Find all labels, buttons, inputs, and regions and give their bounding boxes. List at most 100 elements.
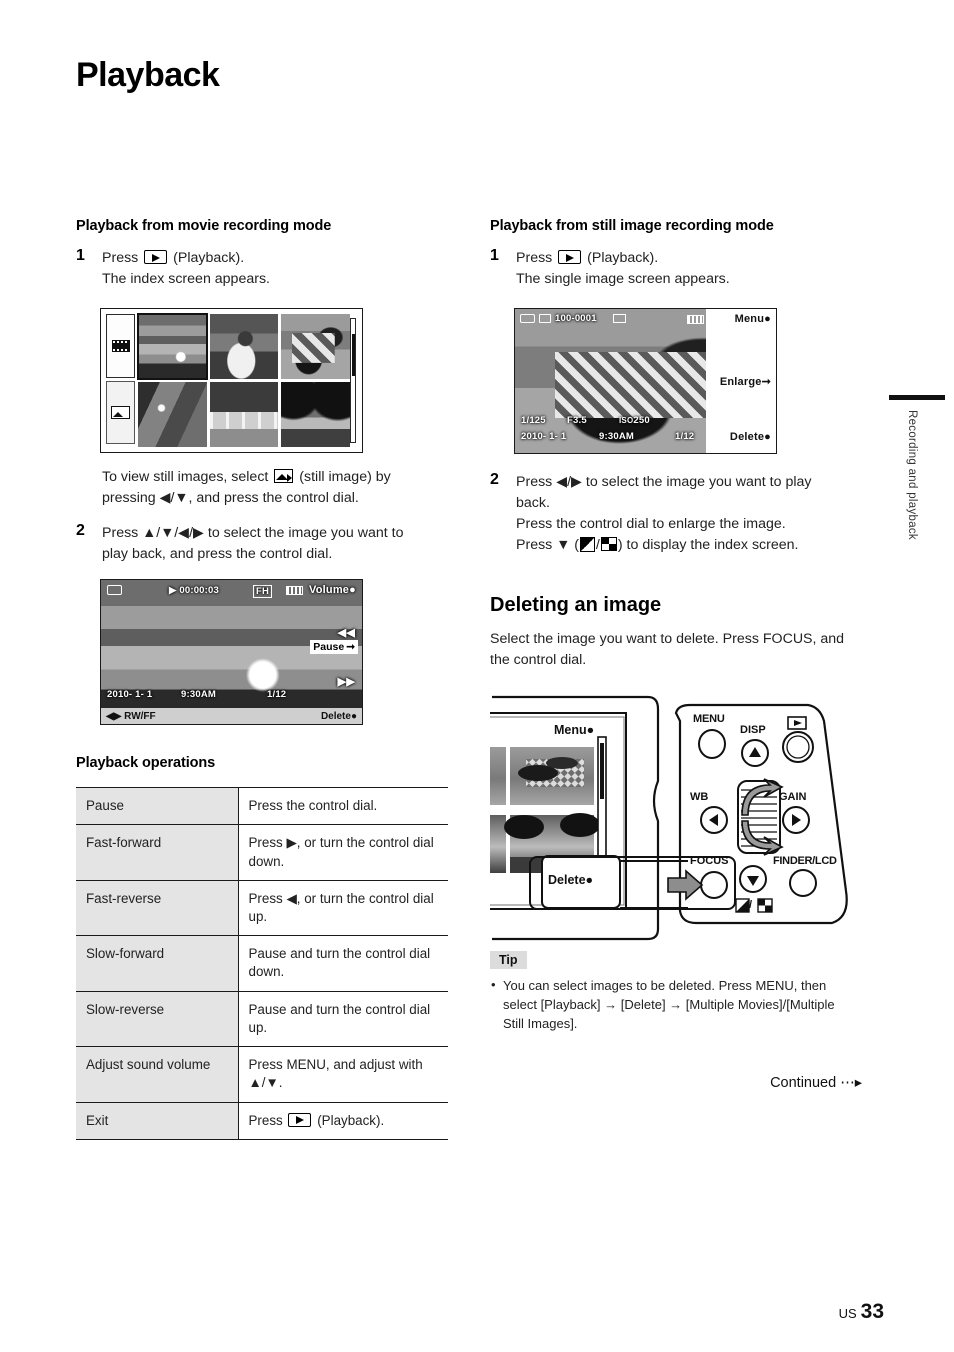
row-action: Exit (76, 1101, 239, 1140)
menu-button-label[interactable]: MENU (693, 713, 725, 725)
exposure-compensation-icon (579, 537, 595, 553)
row-instruction: Press ◀, or turn the control dial up. (238, 879, 448, 936)
delete-section-body: Select the image you want to delete. Pre… (490, 631, 845, 669)
camera-diagram-svg (485, 696, 848, 941)
step-text-line3: Press the control dial to enlarge the im… (516, 516, 786, 533)
table-row: Fast-reverse Press ◀, or turn the contro… (76, 879, 448, 936)
movie-film-icon (106, 314, 135, 378)
page-footer: US 33 (839, 1300, 884, 1324)
enlarge-label: Enlarge➞ (719, 376, 771, 389)
play-status: ▶ 00:00:03 (169, 585, 219, 596)
footer-locale: US (838, 1306, 857, 1321)
table-row: Adjust sound volume Press MENU, and adju… (76, 1046, 448, 1102)
capture-date: 2010- 1- 1 (521, 431, 567, 443)
thumbnail-hurdles (209, 382, 279, 448)
tip-text: You can select images to be deleted. Pre… (490, 975, 856, 1033)
side-tab: Recording and playback (889, 395, 945, 540)
index-scrollbar (350, 318, 356, 444)
row-instruction: Pause and turn the control dial up. (238, 990, 448, 1047)
delete-label: Delete (320, 710, 351, 722)
row-action: Pause (76, 787, 239, 825)
rw-ff-arrows-icon: ◀▶ (106, 710, 122, 722)
finder-lcd-button-label[interactable]: FINDER/LCD (773, 855, 837, 867)
timecode: 00:00:03 (179, 585, 219, 597)
instruction-before: Press (248, 1112, 283, 1128)
image-counter: 1/12 (267, 689, 287, 701)
step-1-movie: 1 Press (Playback). The index screen app… (76, 247, 448, 290)
movie-screen-bottom-bar: ◀▶ RW/FF Delete● (101, 707, 362, 725)
row-action: Fast-forward (76, 824, 239, 881)
row-instruction: Press the control dial. (238, 787, 448, 825)
step-number: 1 (76, 247, 85, 264)
capture-date: 2010- 1- 1 (107, 689, 153, 701)
index-screen-sidebar (106, 314, 135, 447)
index-screen-illustration (100, 308, 363, 454)
diagram-delete-label: Delete● (548, 873, 594, 888)
step-text-line2: The index screen appears. (102, 271, 270, 288)
battery-icon (286, 586, 303, 598)
single-image-screen-illustration: 100-0001 Menu● Enlarge➞ 1/125 F3.5 ISO25… (514, 308, 777, 455)
row-action: Slow-forward (76, 935, 239, 992)
row-action: Fast-reverse (76, 879, 239, 936)
row-instruction: Press MENU, and adjust with ▲/▼. (238, 1046, 448, 1102)
step-text-line2: The single image screen appears. (516, 271, 730, 288)
pause-button-hint: Pause ➞ (310, 640, 358, 655)
thumbnail-sunset (137, 313, 208, 381)
memory-card-icon (107, 585, 122, 598)
image-size-icon (613, 314, 626, 326)
side-tab-label: Recording and playback (906, 410, 918, 540)
tip-label: Tip (490, 951, 527, 970)
battery-icon (687, 315, 704, 327)
movie-playback-screen-illustration: ▶ 00:00:03 FH Volume● ◀◀ Pause ➞ ▶▶ 2010-… (100, 579, 363, 726)
instruction-after: (Playback). (317, 1112, 385, 1128)
step-1-still: 1 Press (Playback). The single image scr… (490, 247, 862, 290)
thumbnail-race-car (281, 314, 350, 380)
down-button-caption: / (749, 899, 753, 912)
playback-key-icon (288, 1112, 312, 1127)
gain-button-label[interactable]: GAIN (779, 791, 807, 803)
rewind-icon: ◀◀ (337, 627, 355, 640)
disp-button-label[interactable]: DISP (740, 724, 766, 736)
step-number: 2 (490, 471, 499, 489)
thumbnail-train (138, 382, 207, 448)
capture-time: 9:30AM (599, 431, 634, 443)
wb-button-label[interactable]: WB (690, 791, 708, 803)
right-column: Playback from still image recording mode… (485, 218, 862, 1092)
thumbnail-trees (281, 382, 350, 448)
section-title-playback-operations: Playback operations (76, 755, 216, 772)
capture-time: 9:30AM (181, 689, 216, 701)
aperture: F3.5 (567, 415, 587, 427)
step-number: 1 (490, 247, 499, 264)
menu-label: Menu● (734, 313, 771, 326)
iso-value: ISO250 (619, 415, 650, 427)
continued-marker: Continued ⋯▸ (770, 1075, 862, 1092)
section-title-deleting-image: Deleting an image (490, 594, 662, 617)
row-action: Slow-reverse (76, 990, 239, 1047)
side-tab-rule (889, 395, 945, 400)
step-text-line1: Press ◀/▶ to select the image you want t… (516, 474, 812, 491)
step-text-line2: back. (516, 495, 550, 512)
step-text-line1: Press ▲/▼/◀/▶ to select the image you wa… (102, 525, 404, 542)
index-thumbnail-grid (137, 313, 357, 448)
image-counter: 1/12 (675, 431, 695, 443)
footer-page-number: 33 (860, 1300, 884, 1323)
step-text-before: Press (516, 250, 553, 266)
diagram-menu-label: Menu● (554, 723, 595, 738)
forward-icon: ▶▶ (337, 676, 355, 689)
shutter-speed: 1/125 (521, 415, 546, 427)
file-number: 100-0001 (555, 313, 597, 325)
still-image-note: To view still images, select (still imag… (102, 467, 448, 509)
still-image-icon (106, 380, 135, 445)
camera-delete-diagram: Menu● Delete● MENU DISP WB GAIN FOCUS FI… (485, 681, 862, 943)
memory-card-icon (520, 314, 535, 326)
step-text-line4-after: ) to display the index screen. (617, 537, 799, 554)
note-line2: pressing ◀/▼, and press the control dial… (102, 490, 359, 507)
delete-label: Delete● (729, 431, 771, 444)
playback-key-icon (558, 250, 582, 264)
tip-block: Tip You can select images to be deleted.… (490, 951, 862, 1033)
play-icon: ▶ (169, 585, 177, 597)
step-number: 2 (76, 522, 85, 540)
focus-button-label[interactable]: FOCUS (690, 855, 729, 867)
quality-badge: FH (253, 585, 273, 599)
section-title-movie-playback: Playback from movie recording mode (76, 218, 332, 234)
